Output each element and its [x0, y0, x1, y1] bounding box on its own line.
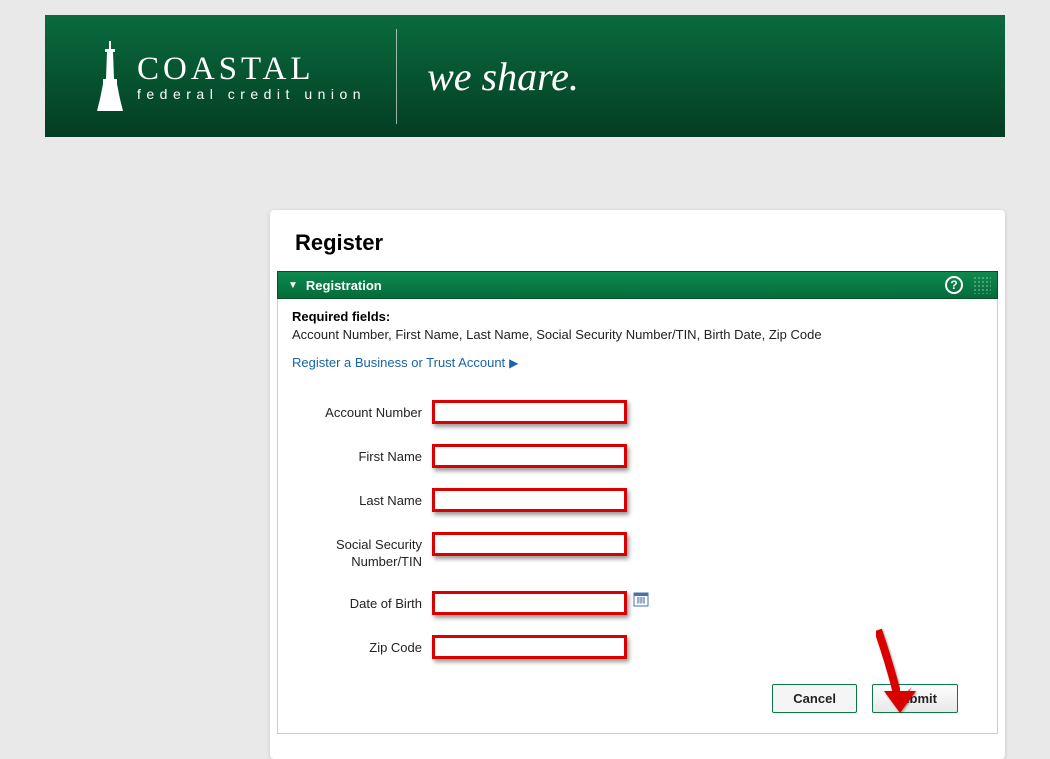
- page-title: Register: [270, 230, 1005, 271]
- first-name-label: First Name: [292, 444, 432, 466]
- required-fields-title: Required fields:: [292, 309, 983, 324]
- caret-right-icon: ▶: [509, 356, 518, 370]
- dob-input[interactable]: [432, 591, 627, 615]
- registration-form: Account Number First Name Last Name Soci…: [292, 400, 983, 659]
- logo: COASTAL federal credit union: [95, 39, 366, 114]
- account-number-label: Account Number: [292, 400, 432, 422]
- section-label: Registration: [306, 278, 382, 293]
- ssn-label: Social Security Number/TIN: [292, 532, 432, 571]
- submit-button[interactable]: Submit: [872, 684, 958, 713]
- calendar-icon[interactable]: [633, 591, 649, 607]
- header-banner: COASTAL federal credit union we share.: [45, 15, 1005, 137]
- brand-subtitle: federal credit union: [137, 86, 366, 102]
- register-card: Register ▼ Registration ? Required field…: [270, 210, 1005, 759]
- header-divider: [396, 29, 397, 124]
- cancel-button[interactable]: Cancel: [772, 684, 857, 713]
- last-name-input[interactable]: [432, 488, 627, 512]
- account-number-input[interactable]: [432, 400, 627, 424]
- registration-section-header[interactable]: ▼ Registration ?: [277, 271, 998, 299]
- zip-input[interactable]: [432, 635, 627, 659]
- collapse-icon: ▼: [288, 280, 298, 291]
- tagline: we share.: [427, 53, 579, 100]
- lighthouse-icon: [95, 39, 125, 114]
- registration-content: Required fields: Account Number, First N…: [277, 299, 998, 734]
- drag-handle-icon[interactable]: [973, 276, 991, 294]
- help-icon[interactable]: ?: [945, 276, 963, 294]
- first-name-input[interactable]: [432, 444, 627, 468]
- last-name-label: Last Name: [292, 488, 432, 510]
- register-business-link[interactable]: Register a Business or Trust Account▶: [292, 355, 518, 370]
- zip-label: Zip Code: [292, 635, 432, 657]
- ssn-input[interactable]: [432, 532, 627, 556]
- brand-name: COASTAL: [137, 51, 366, 88]
- dob-label: Date of Birth: [292, 591, 432, 613]
- required-fields-list: Account Number, First Name, Last Name, S…: [292, 327, 983, 342]
